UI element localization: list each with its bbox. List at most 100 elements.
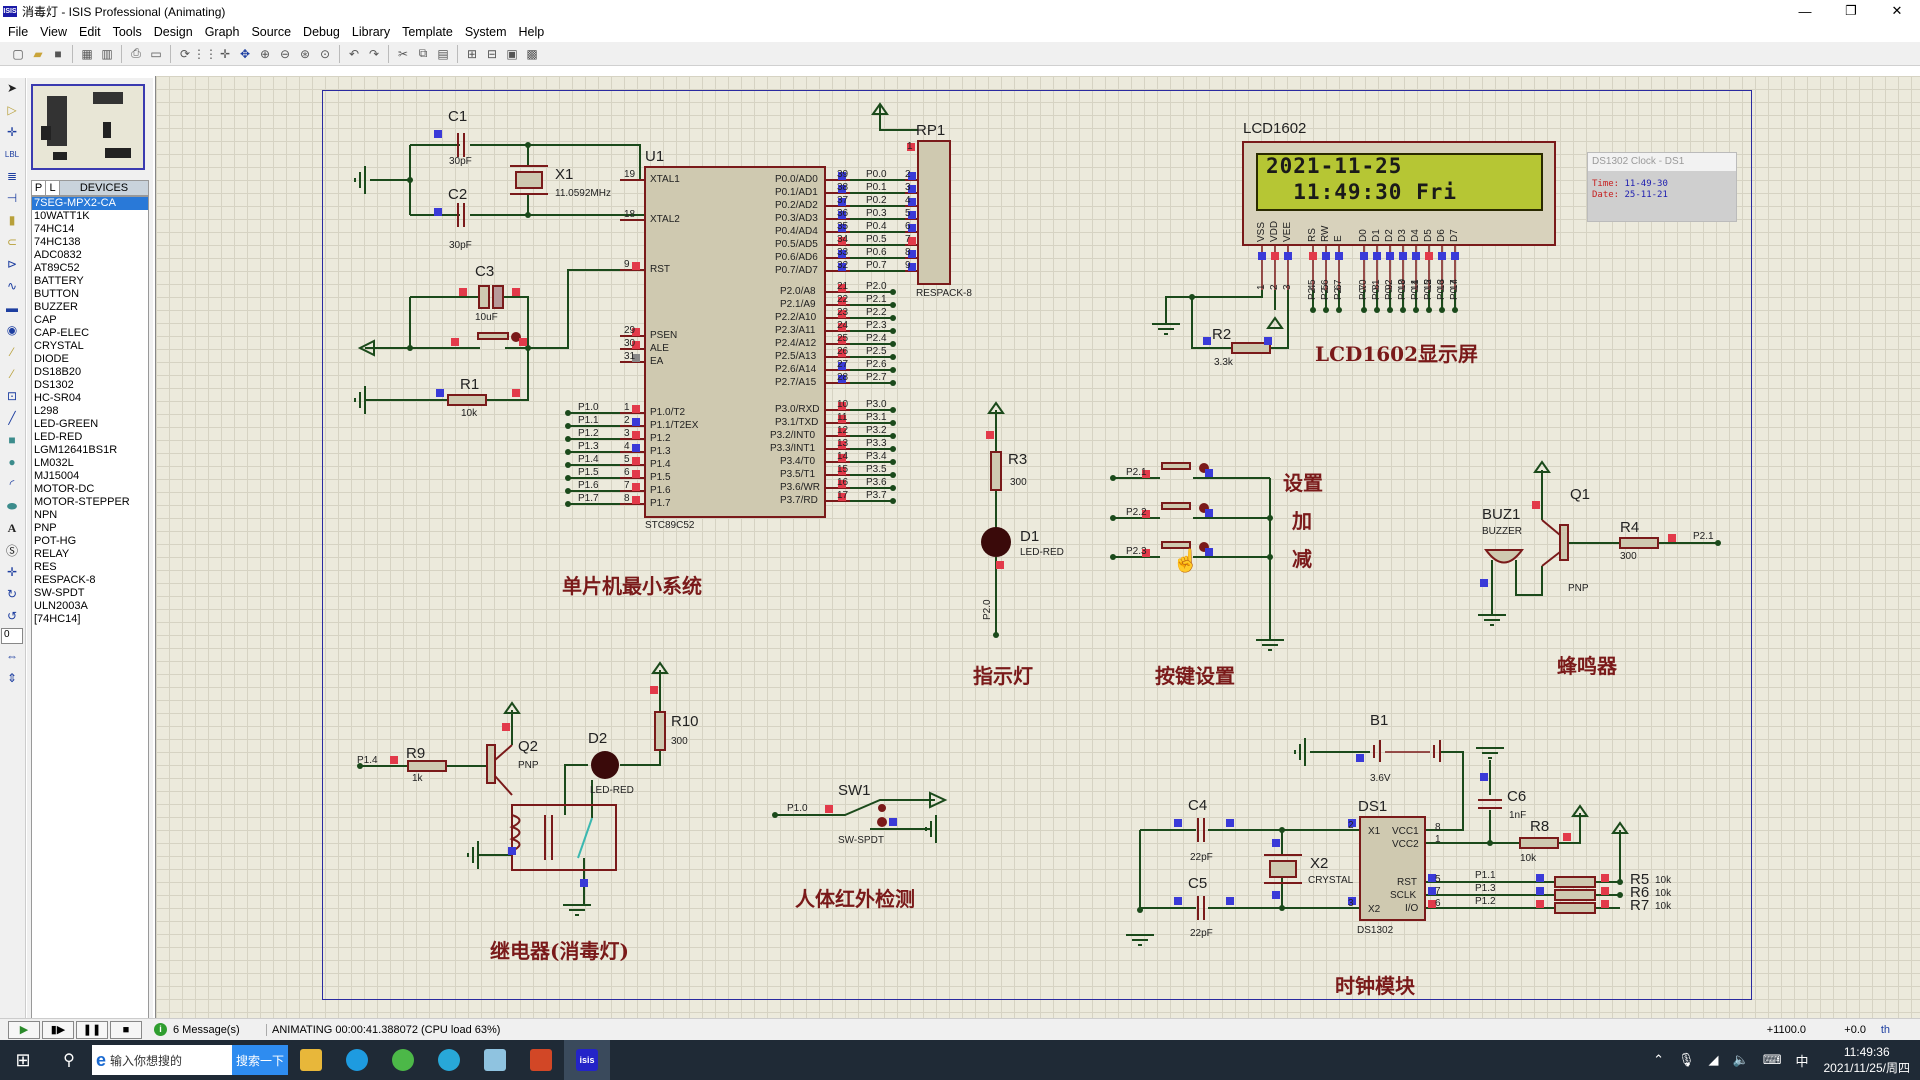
pick-devices-button[interactable]: P	[32, 181, 46, 195]
device-list-item[interactable]: MOTOR-STEPPER	[32, 496, 148, 509]
subcircuit-icon[interactable]: ▮	[0, 210, 24, 230]
block-copy-icon[interactable]: ⊞	[462, 45, 482, 63]
library-manager-button[interactable]: L	[46, 181, 60, 195]
grid-icon[interactable]: ⋮⋮	[193, 45, 217, 63]
device-list-item[interactable]: 74HC14	[32, 223, 148, 236]
device-list-item[interactable]: RES	[32, 561, 148, 574]
device-list-item[interactable]: DS1302	[32, 379, 148, 392]
refresh-icon[interactable]: ⟳	[175, 45, 195, 63]
device-list-item[interactable]: CAP	[32, 314, 148, 327]
clock[interactable]: 11:49:36 2021/11/25/周四	[1823, 1044, 1910, 1076]
box-icon[interactable]: ■	[0, 430, 24, 450]
copy-icon[interactable]: ⧉	[413, 45, 433, 63]
device-list-item[interactable]: SW-SPDT	[32, 587, 148, 600]
tape-recorder-icon[interactable]: ▬	[0, 298, 24, 318]
device-list-item[interactable]: BUZZER	[32, 301, 148, 314]
menu-library[interactable]: Library	[347, 25, 397, 39]
device-list-item[interactable]: MOTOR-DC	[32, 483, 148, 496]
zoom-in-icon[interactable]: ⊕	[255, 45, 275, 63]
device-list-item[interactable]: CAP-ELEC	[32, 327, 148, 340]
menu-edit[interactable]: Edit	[74, 25, 108, 39]
terminal-icon[interactable]: ⊂	[0, 232, 24, 252]
pause-button[interactable]: ❚❚	[76, 1020, 108, 1039]
rotate-cw-icon[interactable]: ↻	[0, 584, 24, 604]
qq-music-icon[interactable]	[426, 1040, 472, 1080]
taskbar-search-input[interactable]: e 输入你想搜的	[92, 1045, 232, 1075]
menu-view[interactable]: View	[35, 25, 74, 39]
device-list-item[interactable]: DIODE	[32, 353, 148, 366]
menu-source[interactable]: Source	[246, 25, 298, 39]
device-pin-icon[interactable]: ⊳	[0, 254, 24, 274]
bus-icon[interactable]: ⊣	[0, 188, 24, 208]
text-icon[interactable]: A	[0, 518, 24, 538]
current-probe-icon[interactable]: ⁄	[0, 364, 24, 384]
print-icon[interactable]: ⎙	[126, 45, 146, 63]
restore-button[interactable]: ❐	[1828, 0, 1874, 22]
ds1302-clock-popup[interactable]: DS1302 Clock - DS1 Time: 11-49-30 Date: …	[1587, 152, 1737, 222]
search-icon[interactable]: ⚲	[46, 1040, 92, 1080]
menu-tools[interactable]: Tools	[108, 25, 149, 39]
device-list-item[interactable]: RESPACK-8	[32, 574, 148, 587]
overview-window[interactable]	[31, 84, 145, 170]
stop-button[interactable]: ■	[110, 1020, 142, 1039]
edge-icon[interactable]	[334, 1040, 380, 1080]
device-list-item[interactable]: DS18B20	[32, 366, 148, 379]
device-list-item[interactable]: 10WATT1K	[32, 210, 148, 223]
device-list-item[interactable]: HC-SR04	[32, 392, 148, 405]
device-list-item[interactable]: LM032L	[32, 457, 148, 470]
device-list-item[interactable]: BATTERY	[32, 275, 148, 288]
device-list-item[interactable]: LED-RED	[32, 431, 148, 444]
device-list-item[interactable]: LGM12641BS1R	[32, 444, 148, 457]
network-icon[interactable]: ◢	[1709, 1052, 1719, 1068]
zoom-out-icon[interactable]: ⊖	[275, 45, 295, 63]
step-button[interactable]: ▮▶	[42, 1020, 74, 1039]
menu-file[interactable]: File	[3, 25, 35, 39]
zoom-all-icon[interactable]: ⊛	[295, 45, 315, 63]
file-explorer-icon[interactable]	[288, 1040, 334, 1080]
rotation-input[interactable]: 0	[1, 628, 23, 644]
device-list-item[interactable]: ADC0832	[32, 249, 148, 262]
pan-icon[interactable]: ✥	[235, 45, 255, 63]
ime-indicator[interactable]: 中	[1795, 1051, 1808, 1070]
path-icon[interactable]: ⬬	[0, 496, 24, 516]
graph-icon[interactable]: ∿	[0, 276, 24, 296]
keyboard-icon[interactable]: ⌨	[1763, 1052, 1782, 1068]
photo-app-icon[interactable]	[472, 1040, 518, 1080]
device-list-item[interactable]: 7SEG-MPX2-CA	[32, 197, 148, 210]
menu-help[interactable]: Help	[514, 25, 552, 39]
device-list-item[interactable]: LED-GREEN	[32, 418, 148, 431]
selection-mode-icon[interactable]: ➤	[0, 78, 24, 98]
isis-app-icon[interactable]: isis	[564, 1040, 610, 1080]
windows-start-icon[interactable]: ⊞	[0, 1040, 46, 1080]
cut-icon[interactable]: ✂	[393, 45, 413, 63]
close-button[interactable]: ✕	[1874, 0, 1920, 22]
redo-icon[interactable]: ↷	[364, 45, 384, 63]
device-list-item[interactable]: [74HC14]	[32, 613, 148, 626]
device-list-item[interactable]: MJ15004	[32, 470, 148, 483]
device-list-item[interactable]: PNP	[32, 522, 148, 535]
paste-icon[interactable]: ▤	[433, 45, 453, 63]
device-list-item[interactable]: ULN2003A	[32, 600, 148, 613]
volume-icon[interactable]: 🔈	[1733, 1052, 1749, 1068]
menu-graph[interactable]: Graph	[200, 25, 247, 39]
device-list-item[interactable]: NPN	[32, 509, 148, 522]
open-icon[interactable]: ▰	[28, 45, 48, 63]
block-delete-icon[interactable]: ▩	[522, 45, 542, 63]
menu-design[interactable]: Design	[149, 25, 200, 39]
wire-label-icon[interactable]: LBL	[0, 144, 24, 164]
zoom-area-icon[interactable]: ⊙	[315, 45, 335, 63]
block-rotate-icon[interactable]: ▣	[502, 45, 522, 63]
messages-indicator[interactable]: i 6 Message(s)	[154, 1023, 254, 1036]
device-list[interactable]: 7SEG-MPX2-CA 10WATT1K 74HC14 74HC138 ADC0832…	[31, 196, 149, 1031]
browser-360-icon[interactable]	[380, 1040, 426, 1080]
menu-template[interactable]: Template	[397, 25, 460, 39]
circle-icon[interactable]: ●	[0, 452, 24, 472]
device-list-item[interactable]: BUTTON	[32, 288, 148, 301]
device-list-item[interactable]: CRYSTAL	[32, 340, 148, 353]
taskbar-search-button[interactable]: 搜索一下	[232, 1045, 288, 1075]
microphone-icon[interactable]: 🎙	[1678, 1052, 1695, 1068]
device-list-item[interactable]: 74HC138	[32, 236, 148, 249]
marker-icon[interactable]: ✛	[0, 562, 24, 582]
symbol-icon[interactable]: Ⓢ	[0, 540, 24, 560]
minimize-button[interactable]: —	[1782, 0, 1828, 22]
